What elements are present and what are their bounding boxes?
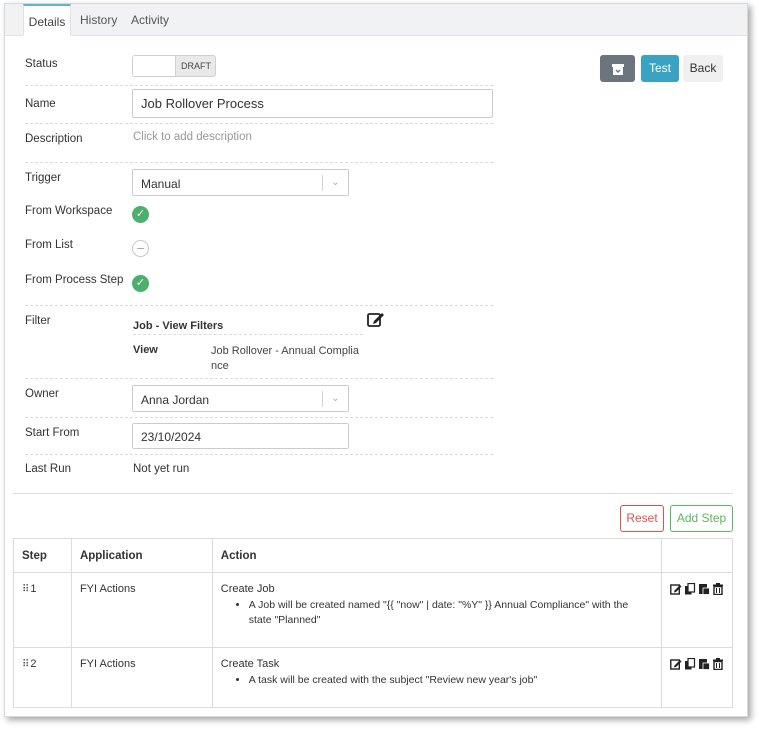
table-row: ⠿2 FYI Actions Create Task A task will b… xyxy=(13,647,734,708)
drag-handle-icon[interactable]: ⠿ xyxy=(22,659,29,670)
copy-icon[interactable] xyxy=(684,583,696,595)
action-details: A Job will be created named "{{ "now" | … xyxy=(221,598,653,628)
table-row: ⠿1 FYI Actions Create Job A Job will be … xyxy=(13,572,734,648)
divider xyxy=(25,378,493,379)
last-run-label: Last Run xyxy=(25,463,72,475)
steps-table: Step Application Action ⠿ 1 FYI Actions C… xyxy=(13,538,734,708)
application-cell: FYI Actions xyxy=(70,647,213,708)
from-process-step-label: From Process Step xyxy=(25,274,124,286)
filter-view-value: Job Rollover - Annual Complia nce xyxy=(211,344,359,374)
chevron-down-icon: ⌄ xyxy=(322,175,348,191)
copy-icon[interactable] xyxy=(684,658,696,670)
divider xyxy=(25,417,493,418)
from-workspace-label: From Workspace xyxy=(25,205,113,217)
filter-title: Job - View Filters xyxy=(133,320,224,332)
reset-button[interactable]: Reset xyxy=(620,505,664,532)
tab-activity[interactable]: Activity xyxy=(131,4,169,36)
from-list-label: From List xyxy=(25,239,73,251)
column-header-action: Action xyxy=(211,538,662,573)
divider xyxy=(25,85,493,86)
divider xyxy=(25,123,493,124)
name-input[interactable]: Job Rollover Process xyxy=(132,89,493,118)
column-header-application: Application xyxy=(70,538,213,573)
trigger-label: Trigger xyxy=(25,172,61,184)
action-detail-item: A Job will be created named "{{ "now" | … xyxy=(249,598,653,628)
from-process-step-check-icon[interactable]: ✓ xyxy=(132,275,149,292)
step-cell: ⠿ 1 xyxy=(13,572,72,648)
trash-icon[interactable] xyxy=(712,583,724,595)
step-number: 2 xyxy=(30,658,37,670)
from-list-unchecked-icon[interactable] xyxy=(132,240,149,257)
name-label: Name xyxy=(25,98,56,110)
trigger-value: Manual xyxy=(141,177,181,191)
toggle-knob xyxy=(133,56,176,76)
trigger-select[interactable]: Manual ⌄ xyxy=(132,169,349,196)
status-toggle[interactable]: DRAFT xyxy=(132,55,216,77)
action-title: Create Task xyxy=(220,658,280,670)
filter-view-label: View xyxy=(133,344,158,356)
filter-view-value-line1: Job Rollover - Annual Complia xyxy=(211,345,359,357)
divider xyxy=(25,162,493,163)
process-editor-window: Details History Activity Test Back Statu… xyxy=(4,3,748,717)
action-details: A task will be created with the subject … xyxy=(221,673,653,688)
start-from-label: Start From xyxy=(25,427,80,439)
tab-details[interactable]: Details xyxy=(23,4,71,36)
edit-icon[interactable] xyxy=(670,658,682,670)
trash-icon[interactable] xyxy=(712,658,724,670)
last-run-value: Not yet run xyxy=(133,463,190,475)
action-cell: Create Task A task will be created with … xyxy=(211,647,662,708)
column-header-tools xyxy=(660,538,734,573)
section-divider xyxy=(13,493,733,494)
chevron-down-icon: ⌄ xyxy=(322,391,348,407)
description-label: Description xyxy=(25,133,83,145)
from-workspace-check-icon[interactable]: ✓ xyxy=(132,206,149,223)
tab-history[interactable]: History xyxy=(80,4,117,36)
filter-view-value-line2: nce xyxy=(211,360,229,372)
divider xyxy=(25,305,493,306)
divider xyxy=(25,454,493,455)
status-label: Status xyxy=(25,58,58,70)
action-detail-item: A task will be created with the subject … xyxy=(249,673,653,688)
action-title: Create Job xyxy=(220,583,275,595)
description-field[interactable]: Click to add description xyxy=(133,131,252,143)
add-step-button[interactable]: Add Step xyxy=(670,505,733,532)
tab-bar: Details History Activity xyxy=(5,4,747,36)
edit-icon[interactable] xyxy=(367,311,385,328)
archive-button[interactable] xyxy=(600,55,635,82)
column-header-step: Step xyxy=(13,538,72,573)
table-header-row: Step Application Action xyxy=(13,538,734,573)
status-value: DRAFT xyxy=(176,56,215,76)
step-number: 1 xyxy=(30,583,37,595)
test-button[interactable]: Test xyxy=(641,55,679,82)
action-cell: Create Job A Job will be created named "… xyxy=(211,572,662,648)
row-tools-cell xyxy=(660,572,734,648)
row-tools-cell xyxy=(660,647,734,708)
owner-value: Anna Jordan xyxy=(141,393,210,407)
owner-select[interactable]: Anna Jordan ⌄ xyxy=(132,385,349,412)
divider xyxy=(133,334,363,335)
filter-label: Filter xyxy=(25,315,51,327)
owner-label: Owner xyxy=(25,388,59,400)
start-from-input[interactable]: 23/10/2024 xyxy=(132,423,349,449)
paste-icon[interactable] xyxy=(698,583,710,595)
application-cell: FYI Actions xyxy=(70,572,213,648)
edit-icon[interactable] xyxy=(670,583,682,595)
step-cell: ⠿ 2 xyxy=(13,647,72,708)
archive-icon xyxy=(611,64,624,75)
drag-handle-icon[interactable]: ⠿ xyxy=(22,584,29,595)
back-button[interactable]: Back xyxy=(683,55,723,82)
paste-icon[interactable] xyxy=(698,658,710,670)
